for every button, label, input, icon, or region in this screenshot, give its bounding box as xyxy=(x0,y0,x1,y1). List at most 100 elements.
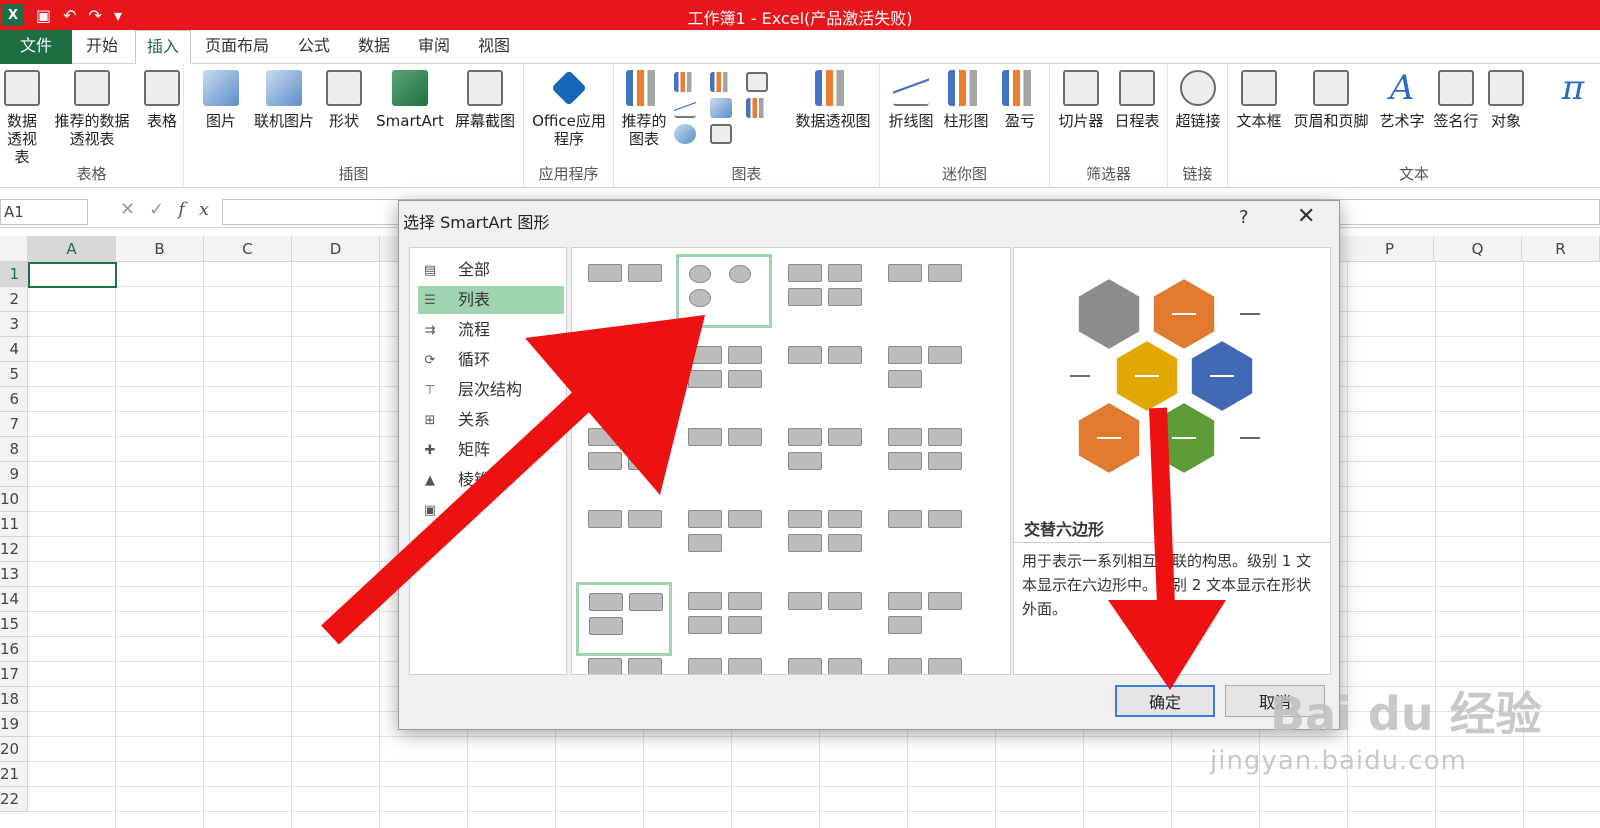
category-list-item[interactable]: ☰ 列表 xyxy=(418,286,564,314)
layout-thumbnail[interactable] xyxy=(776,418,872,492)
insert-function-icon[interactable]: fx xyxy=(178,199,223,220)
row-header[interactable]: 19 xyxy=(0,712,28,737)
row-header[interactable]: 14 xyxy=(0,587,28,612)
row-header[interactable]: 15 xyxy=(0,612,28,637)
row-header[interactable]: 13 xyxy=(0,562,28,587)
row-header[interactable]: 10 xyxy=(0,487,28,512)
tab-file[interactable]: 文件 xyxy=(0,30,72,64)
tab-insert[interactable]: 插入 xyxy=(135,30,191,64)
row-header[interactable]: 9 xyxy=(0,462,28,487)
stock-chart-icon[interactable] xyxy=(746,98,768,118)
layout-thumbnail[interactable] xyxy=(576,254,672,328)
smartart-button[interactable]: SmartArt xyxy=(372,70,448,130)
category-pyramid[interactable]: ▲ 棱锥图 xyxy=(418,466,564,494)
tab-home[interactable]: 开始 xyxy=(86,30,118,64)
layout-thumbnail[interactable] xyxy=(576,336,672,410)
category-matrix[interactable]: ✚ 矩阵 xyxy=(418,436,564,464)
signature-line-button[interactable]: 签名行 xyxy=(1430,70,1482,130)
layout-thumbnail[interactable] xyxy=(776,648,872,674)
category-relationship[interactable]: ⊞ 关系 xyxy=(418,406,564,434)
layout-thumbnail[interactable] xyxy=(876,582,972,656)
category-hierarchy[interactable]: ⊤ 层次结构 xyxy=(418,376,564,404)
pivot-chart-button[interactable]: 数据透视图 xyxy=(790,70,876,130)
pie-chart-icon[interactable] xyxy=(674,124,696,144)
layout-thumbnail[interactable] xyxy=(576,500,672,574)
close-icon[interactable]: ✕ xyxy=(1297,204,1315,229)
sparkline-winloss-button[interactable]: 盈亏 xyxy=(998,70,1042,130)
layout-thumbnail[interactable] xyxy=(876,500,972,574)
column-header[interactable]: B xyxy=(116,236,204,262)
area-chart-icon[interactable] xyxy=(710,98,732,118)
column-header[interactable]: D xyxy=(292,236,380,262)
row-header[interactable]: 8 xyxy=(0,437,28,462)
layout-thumbnail[interactable] xyxy=(676,582,772,656)
layout-thumbnail[interactable] xyxy=(676,418,772,492)
column-header[interactable]: P xyxy=(1346,236,1434,262)
row-header[interactable]: 16 xyxy=(0,637,28,662)
select-all-corner[interactable] xyxy=(0,236,28,262)
layout-thumbnail[interactable] xyxy=(576,582,672,656)
wordart-button[interactable]: A 艺术字 xyxy=(1376,70,1428,130)
row-header[interactable]: 3 xyxy=(0,312,28,337)
tab-data[interactable]: 数据 xyxy=(358,30,390,64)
layout-thumbnail[interactable] xyxy=(676,500,772,574)
layout-thumbnail[interactable] xyxy=(776,336,872,410)
row-header[interactable]: 20 xyxy=(0,737,28,762)
online-picture-button[interactable]: 联机图片 xyxy=(248,70,320,130)
recommended-charts-button[interactable]: 推荐的图表 xyxy=(620,70,668,148)
layout-thumbnail[interactable] xyxy=(876,336,972,410)
recommended-pivot-button[interactable]: 推荐的数据透视表 xyxy=(50,70,134,148)
row-header[interactable]: 12 xyxy=(0,537,28,562)
layout-thumbnail[interactable] xyxy=(676,648,772,674)
sparkline-line-button[interactable]: 折线图 xyxy=(886,70,936,130)
category-all[interactable]: ▤ 全部 xyxy=(418,256,564,284)
layout-thumbnail[interactable] xyxy=(776,254,872,328)
row-header[interactable]: 11 xyxy=(0,512,28,537)
tab-view[interactable]: 视图 xyxy=(478,30,510,64)
shapes-button[interactable]: 形状 xyxy=(324,70,364,130)
bar-chart-icon[interactable] xyxy=(710,72,732,92)
layout-thumbnail[interactable] xyxy=(676,336,772,410)
office-apps-button[interactable]: Office应用程序 xyxy=(530,70,608,148)
row-header[interactable]: 4 xyxy=(0,337,28,362)
radar-chart-icon[interactable] xyxy=(746,72,768,92)
layout-thumbnail[interactable] xyxy=(776,500,872,574)
textbox-button[interactable]: 文本框 xyxy=(1232,70,1286,130)
row-header[interactable]: 21 xyxy=(0,762,28,787)
row-header[interactable]: 5 xyxy=(0,362,28,387)
row-header[interactable]: 22 xyxy=(0,787,28,812)
header-footer-button[interactable]: 页眉和页脚 xyxy=(1288,70,1374,130)
category-process[interactable]: ⇉ 流程 xyxy=(418,316,564,344)
sparkline-column-button[interactable]: 柱形图 xyxy=(940,70,992,130)
object-button[interactable]: 对象 xyxy=(1484,70,1528,130)
row-header[interactable]: 7 xyxy=(0,412,28,437)
column-header[interactable]: R xyxy=(1522,236,1600,262)
cancel-icon[interactable]: ✕ xyxy=(120,199,149,220)
line-chart-icon[interactable] xyxy=(674,98,696,118)
pivot-table-button[interactable]: 数据透视表 xyxy=(0,70,44,166)
column-header[interactable]: C xyxy=(204,236,292,262)
timeline-button[interactable]: 日程表 xyxy=(1110,70,1164,130)
column-header[interactable]: Q xyxy=(1434,236,1522,262)
column-chart-icon[interactable] xyxy=(674,72,696,92)
row-header[interactable]: 6 xyxy=(0,387,28,412)
category-picture[interactable]: ▣ xyxy=(418,496,564,524)
equation-button[interactable]: π xyxy=(1548,70,1598,112)
column-header[interactable]: A xyxy=(28,236,116,262)
ok-button[interactable]: 确定 xyxy=(1115,685,1215,717)
layout-thumbnail[interactable] xyxy=(876,254,972,328)
layout-thumbnail[interactable] xyxy=(876,418,972,492)
slicer-button[interactable]: 切片器 xyxy=(1054,70,1108,130)
layout-thumbnail[interactable] xyxy=(776,582,872,656)
row-header[interactable]: 18 xyxy=(0,687,28,712)
scatter-chart-icon[interactable] xyxy=(710,124,732,144)
picture-button[interactable]: 图片 xyxy=(198,70,244,130)
category-cycle[interactable]: ⟳ 循环 xyxy=(418,346,564,374)
tab-review[interactable]: 审阅 xyxy=(418,30,450,64)
layout-thumbnail[interactable] xyxy=(676,254,772,328)
layout-thumbnail[interactable] xyxy=(576,648,672,674)
hyperlink-button[interactable]: 超链接 xyxy=(1172,70,1224,130)
tab-formulas[interactable]: 公式 xyxy=(298,30,330,64)
row-header[interactable]: 17 xyxy=(0,662,28,687)
name-box[interactable]: A1 xyxy=(0,199,88,225)
